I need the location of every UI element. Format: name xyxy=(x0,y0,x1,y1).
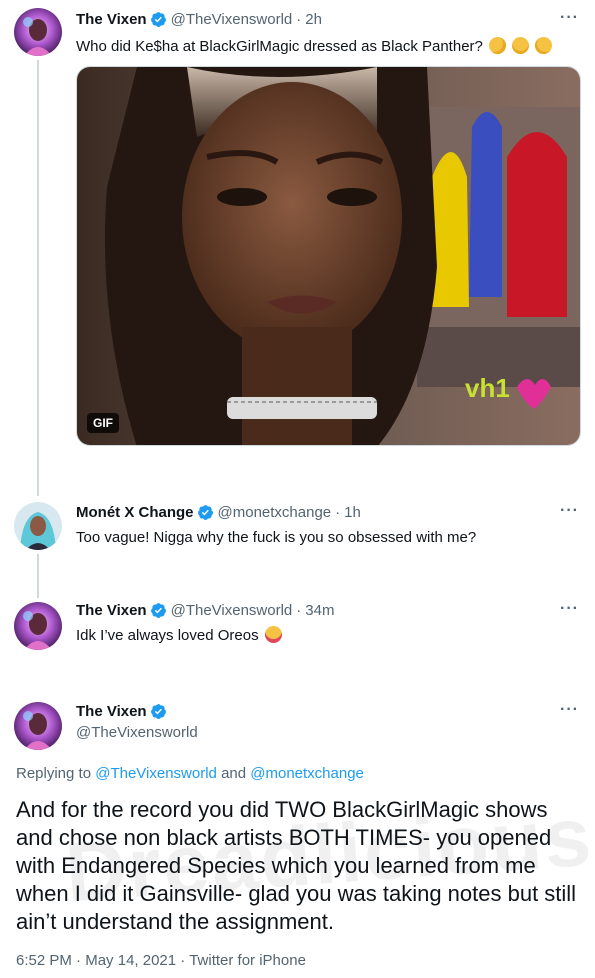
separator-dot: · xyxy=(76,952,82,969)
tweet-date[interactable]: May 14, 2021 xyxy=(85,952,176,969)
tweet-header: Monét X Change @monetxchange · 1h xyxy=(76,504,361,521)
timestamp[interactable]: 34m xyxy=(305,602,334,619)
handle[interactable]: @TheVixensworld xyxy=(171,11,293,28)
verified-badge-icon xyxy=(150,603,166,618)
main-tweet-text: And for the record you did TWO BlackGirl… xyxy=(16,797,577,934)
thread-line xyxy=(37,60,39,480)
vh1-logo: vh1 xyxy=(465,373,510,403)
verified-badge-icon xyxy=(150,704,166,719)
smirking-face-emoji-icon xyxy=(535,37,553,54)
replying-and: and xyxy=(221,765,247,782)
more-options-icon[interactable]: ··· xyxy=(560,502,579,520)
tweet-text: Who did Ke$ha at BlackGirlMagic dressed … xyxy=(76,38,483,55)
avatar-image xyxy=(14,8,62,56)
display-name[interactable]: Monét X Change xyxy=(76,504,194,521)
timestamp[interactable]: 1h xyxy=(344,504,361,521)
handle[interactable]: @TheVixensworld xyxy=(76,724,198,741)
thread-line xyxy=(37,554,39,580)
tweet-1[interactable]: The Vixen @TheVixensworld · 2h ··· Who d… xyxy=(0,0,595,480)
display-name[interactable]: The Vixen xyxy=(76,602,147,619)
more-options-icon[interactable]: ··· xyxy=(560,9,579,27)
separator-dot: · xyxy=(180,952,186,969)
avatar[interactable] xyxy=(14,502,62,550)
verified-badge-icon xyxy=(197,505,213,520)
mention-link[interactable]: @monetxchange xyxy=(250,765,364,782)
tweet-header: The Vixen @TheVixensworld · 2h xyxy=(76,11,322,28)
gif-badge: GIF xyxy=(87,413,119,433)
tweet-time[interactable]: 6:52 PM xyxy=(16,952,72,969)
tweet-header: The Vixen @TheVixensworld · 34m xyxy=(76,602,334,619)
verified-badge-icon xyxy=(150,12,166,27)
thread-line xyxy=(37,580,39,598)
handle-row: @TheVixensworld xyxy=(76,724,198,741)
tweet-source: Twitter for iPhone xyxy=(189,952,306,969)
avatar[interactable] xyxy=(14,702,62,750)
tweet-text: Too vague! Nigga why the fuck is you so … xyxy=(76,529,477,546)
gif-image: vh1 xyxy=(77,67,580,445)
avatar-image xyxy=(14,602,62,650)
handle[interactable]: @TheVixensworld xyxy=(171,602,293,619)
display-name[interactable]: The Vixen xyxy=(76,11,147,28)
tweet-3[interactable]: The Vixen @TheVixensworld · 34m ··· Idk … xyxy=(0,580,595,680)
thread-line xyxy=(37,470,39,496)
display-name[interactable]: The Vixen xyxy=(76,703,147,720)
handle[interactable]: @monetxchange xyxy=(218,504,332,521)
gif-media[interactable]: vh1 GIF xyxy=(76,66,581,446)
avatar-image xyxy=(14,702,62,750)
tweet-meta: 6:52 PM · May 14, 2021 · Twitter for iPh… xyxy=(16,952,306,969)
separator-dot: · xyxy=(296,11,302,28)
avatar-image xyxy=(14,502,62,550)
separator-dot: · xyxy=(335,504,341,521)
tweet-header: The Vixen xyxy=(76,703,171,720)
avatar[interactable] xyxy=(14,8,62,56)
tweet-text-wrapper: Who did Ke$ha at BlackGirlMagic dressed … xyxy=(76,37,553,57)
pleading-face-emoji-icon xyxy=(512,37,530,54)
tweet-text: Idk I’ve always loved Oreos xyxy=(76,627,259,644)
more-options-icon[interactable]: ··· xyxy=(560,701,579,719)
more-options-icon[interactable]: ··· xyxy=(560,600,579,618)
timestamp[interactable]: 2h xyxy=(305,11,322,28)
replying-to: Replying to @TheVixensworld and @monetxc… xyxy=(16,765,364,782)
avatar[interactable] xyxy=(14,602,62,650)
tweet-text-wrapper: Idk I’ve always loved Oreos xyxy=(76,626,282,646)
separator-dot: · xyxy=(296,602,302,619)
tweet-2[interactable]: Monét X Change @monetxchange · 1h ··· To… xyxy=(0,470,595,580)
replying-to-prefix: Replying to xyxy=(16,765,92,782)
face-savoring-food-emoji-icon xyxy=(264,626,282,643)
monocle-face-emoji-icon xyxy=(489,37,507,54)
mention-link[interactable]: @TheVixensworld xyxy=(95,765,217,782)
